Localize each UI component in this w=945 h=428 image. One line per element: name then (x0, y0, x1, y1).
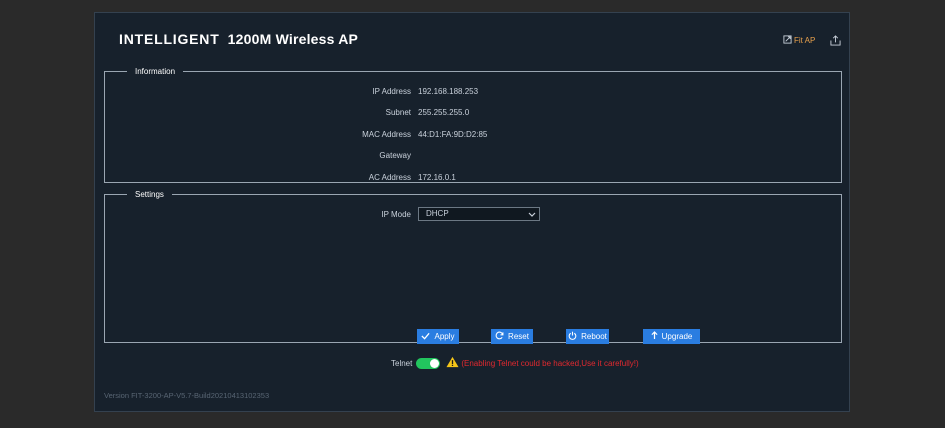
subnet-label: Subnet (385, 108, 411, 117)
information-section: Information IP Address 192.168.188.253 S… (104, 67, 842, 183)
upload-arrow-icon (651, 331, 662, 342)
power-icon (568, 331, 581, 342)
reboot-label: Reboot (581, 332, 607, 341)
telnet-warning: (Enabling Telnet could be hacked,Use it … (461, 358, 639, 368)
chevron-down-icon (528, 208, 536, 224)
upgrade-label: Upgrade (661, 332, 693, 341)
fit-ap-icon (783, 35, 794, 46)
fit-ap-label: Fit AP (794, 36, 816, 45)
ip-mode-value: DHCP (426, 209, 449, 218)
version-text: Version FIT-3200-AP-V5.7-Build2021041310… (104, 391, 270, 400)
mac-address-label: MAC Address (362, 130, 411, 139)
info-row-ac-address: AC Address 172.16.0.1 (105, 172, 841, 184)
reboot-button[interactable]: Reboot (566, 329, 609, 344)
export-icon (830, 35, 841, 48)
ip-address-label: IP Address (372, 87, 411, 96)
refresh-icon (495, 331, 508, 342)
warning-icon (446, 356, 459, 370)
ip-mode-select[interactable]: DHCP (418, 207, 540, 221)
gateway-label: Gateway (379, 151, 411, 160)
toggle-knob (430, 358, 440, 368)
settings-section: Settings IP Mode DHCP Apply Reset Reboot (104, 190, 842, 344)
telnet-label: Telnet (391, 358, 413, 368)
main-panel: INTELLIGENT 1200M Wireless AP Fit AP Inf… (94, 12, 850, 412)
apply-label: Apply (434, 332, 455, 341)
ip-mode-label: IP Mode (381, 210, 411, 219)
info-row-ip-address: IP Address 192.168.188.253 (105, 86, 841, 98)
ac-address-label: AC Address (368, 173, 411, 182)
info-row-gateway: Gateway (105, 150, 841, 162)
telnet-row: Telnet (Enabling Telnet could be hacked,… (391, 356, 639, 370)
checkmark-icon (421, 332, 434, 342)
brand-name: INTELLIGENT (119, 31, 220, 47)
info-row-subnet: Subnet 255.255.255.0 (105, 107, 841, 119)
ip-address-value: 192.168.188.253 (418, 87, 479, 96)
product-name: 1200M Wireless AP (227, 31, 359, 47)
export-button[interactable] (830, 35, 841, 48)
page-title: INTELLIGENT 1200M Wireless AP (119, 31, 358, 47)
telnet-toggle[interactable] (416, 357, 441, 369)
info-row-mac-address: MAC Address 44:D1:FA:9D:D2:85 (105, 129, 841, 141)
upgrade-button[interactable]: Upgrade (643, 329, 700, 344)
subnet-value: 255.255.255.0 (418, 108, 470, 117)
ac-address-value: 172.16.0.1 (418, 173, 456, 182)
reset-button[interactable]: Reset (491, 329, 533, 344)
fit-ap-button[interactable]: Fit AP (783, 35, 815, 46)
apply-button[interactable]: Apply (417, 329, 459, 344)
reset-label: Reset (508, 332, 529, 341)
mac-address-value: 44:D1:FA:9D:D2:85 (418, 130, 488, 139)
settings-legend: Settings (135, 190, 164, 199)
information-legend: Information (135, 67, 176, 76)
